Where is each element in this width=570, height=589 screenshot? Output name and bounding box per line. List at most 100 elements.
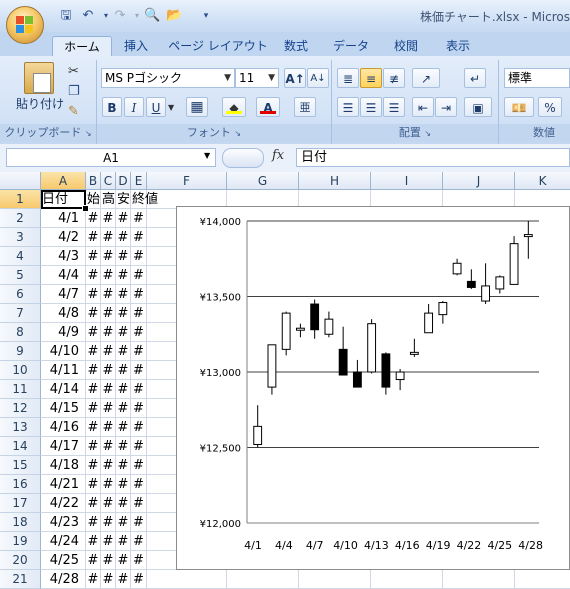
cell[interactable]: 高 — [101, 190, 116, 209]
cell[interactable] — [299, 570, 371, 589]
cell[interactable]: # — [116, 399, 131, 418]
cell[interactable]: # — [131, 475, 147, 494]
cell[interactable]: 4/17 — [41, 437, 86, 456]
cell[interactable]: # — [86, 361, 101, 380]
cell[interactable]: # — [101, 551, 116, 570]
cell[interactable]: # — [116, 551, 131, 570]
cell[interactable]: 4/21 — [41, 475, 86, 494]
cell[interactable]: # — [86, 247, 101, 266]
select-all-button[interactable] — [0, 172, 41, 190]
cell[interactable]: # — [86, 399, 101, 418]
cell[interactable]: 4/9 — [41, 323, 86, 342]
cell[interactable]: 終値 — [131, 190, 158, 209]
cell[interactable]: # — [116, 285, 131, 304]
row-header[interactable]: 19 — [0, 532, 41, 551]
column-header[interactable]: D — [116, 172, 131, 190]
cell[interactable]: # — [86, 285, 101, 304]
cell[interactable] — [227, 570, 299, 589]
cell[interactable]: # — [86, 513, 101, 532]
cell[interactable]: # — [116, 380, 131, 399]
cell[interactable]: # — [86, 456, 101, 475]
cell[interactable]: 4/28 — [41, 570, 86, 589]
row-header[interactable]: 4 — [0, 247, 41, 266]
row-header[interactable]: 7 — [0, 304, 41, 323]
row-header[interactable]: 16 — [0, 475, 41, 494]
row-header[interactable]: 20 — [0, 551, 41, 570]
row-header[interactable]: 10 — [0, 361, 41, 380]
cell[interactable]: # — [116, 494, 131, 513]
cell[interactable]: # — [131, 209, 147, 228]
cell[interactable]: # — [131, 323, 147, 342]
cell[interactable]: 4/16 — [41, 418, 86, 437]
row-header[interactable]: 13 — [0, 418, 41, 437]
cell[interactable]: # — [86, 304, 101, 323]
cell[interactable]: # — [101, 323, 116, 342]
cell[interactable]: # — [101, 342, 116, 361]
cell[interactable]: # — [116, 437, 131, 456]
row-header[interactable]: 2 — [0, 209, 41, 228]
cell[interactable]: 4/14 — [41, 380, 86, 399]
cell[interactable]: # — [131, 513, 147, 532]
office-button[interactable] — [6, 6, 44, 44]
cell[interactable] — [443, 570, 515, 589]
cell[interactable]: # — [131, 285, 147, 304]
cell[interactable]: # — [131, 456, 147, 475]
cell[interactable]: # — [116, 418, 131, 437]
column-header[interactable]: H — [299, 172, 371, 190]
cell[interactable]: 4/23 — [41, 513, 86, 532]
cell[interactable]: 安 — [116, 190, 131, 209]
cell[interactable]: # — [131, 247, 147, 266]
cell[interactable]: # — [116, 532, 131, 551]
cell[interactable]: # — [116, 342, 131, 361]
column-header[interactable]: K — [515, 172, 570, 190]
cell[interactable]: # — [101, 570, 116, 589]
column-header[interactable]: J — [443, 172, 515, 190]
cell[interactable]: # — [131, 399, 147, 418]
row-header[interactable]: 12 — [0, 399, 41, 418]
cell[interactable]: 4/8 — [41, 304, 86, 323]
cell[interactable]: # — [131, 570, 147, 589]
column-header[interactable]: E — [131, 172, 147, 190]
column-header[interactable]: I — [371, 172, 443, 190]
column-header[interactable]: B — [86, 172, 101, 190]
cell[interactable]: # — [101, 228, 116, 247]
row-header[interactable]: 5 — [0, 266, 41, 285]
cell[interactable] — [147, 570, 227, 589]
cell[interactable]: # — [131, 437, 147, 456]
row-header[interactable]: 6 — [0, 285, 41, 304]
cell[interactable]: # — [116, 475, 131, 494]
cell[interactable]: # — [86, 551, 101, 570]
cell[interactable]: # — [116, 304, 131, 323]
row-header[interactable]: 11 — [0, 380, 41, 399]
cell[interactable]: # — [101, 361, 116, 380]
cell[interactable]: # — [131, 266, 147, 285]
row-header[interactable]: 17 — [0, 494, 41, 513]
row-header[interactable]: 15 — [0, 456, 41, 475]
cell[interactable]: 4/11 — [41, 361, 86, 380]
column-header[interactable]: F — [147, 172, 227, 190]
cell[interactable]: # — [116, 570, 131, 589]
cell[interactable]: # — [86, 266, 101, 285]
cell[interactable]: # — [86, 570, 101, 589]
cell[interactable]: # — [131, 380, 147, 399]
row-header[interactable]: 1 — [0, 190, 41, 209]
row-header[interactable]: 14 — [0, 437, 41, 456]
cell[interactable]: # — [101, 380, 116, 399]
cell[interactable]: # — [101, 247, 116, 266]
row-header[interactable]: 9 — [0, 342, 41, 361]
cell[interactable]: # — [131, 342, 147, 361]
cell[interactable]: # — [101, 456, 116, 475]
cell[interactable]: 4/22 — [41, 494, 86, 513]
cell[interactable]: # — [131, 361, 147, 380]
column-header[interactable]: G — [227, 172, 299, 190]
row-header[interactable]: 18 — [0, 513, 41, 532]
cell[interactable]: # — [86, 380, 101, 399]
cell[interactable]: # — [116, 361, 131, 380]
cell[interactable]: 4/25 — [41, 551, 86, 570]
cell[interactable]: # — [101, 532, 116, 551]
column-header[interactable]: C — [101, 172, 116, 190]
cell[interactable]: # — [116, 323, 131, 342]
cell[interactable]: # — [101, 494, 116, 513]
cell[interactable]: # — [101, 513, 116, 532]
cell[interactable]: # — [131, 532, 147, 551]
